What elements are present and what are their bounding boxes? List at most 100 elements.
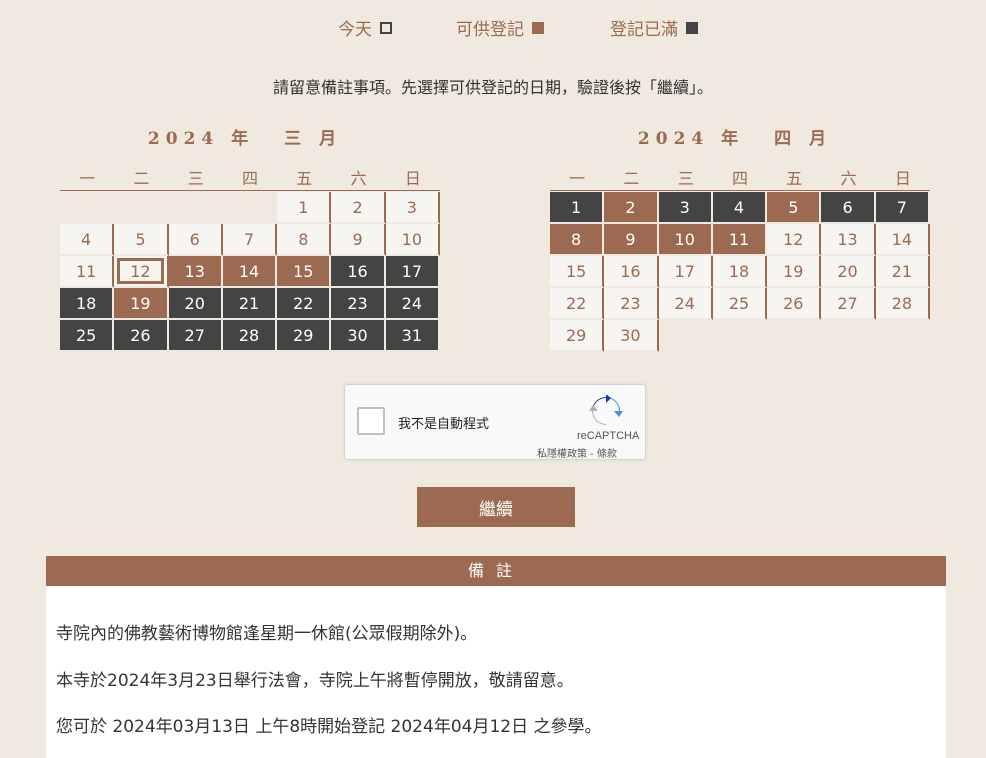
calendar-day: 24	[385, 288, 440, 320]
calendar-april: 2024 年四 月 一二三四五六日 1 2 3 4 5 6 7 8 9 10 11 12 13 14 15 1…	[550, 128, 930, 352]
note-item: 寺院內的佛教藝術博物館逢星期一休館(公眾假期除外)。	[56, 624, 478, 644]
calendar-day: 3	[658, 192, 713, 224]
calendar-day: 18	[712, 256, 768, 288]
calendar-day: 31	[385, 320, 440, 352]
weekday-label: 五	[786, 169, 803, 188]
weekday-label: 三	[677, 169, 694, 188]
notes-panel: 備註 寺院內的佛教藝術博物館逢星期一休館(公眾假期除外)。 本寺於2024年3月…	[46, 556, 946, 758]
recaptcha-checkbox[interactable]	[357, 407, 385, 435]
calendar-day: 1	[550, 192, 605, 224]
calendar-day: 21	[875, 256, 930, 288]
calendar-day: 16	[331, 256, 386, 288]
calendar-day: 20	[168, 288, 223, 320]
calendar-day: 4	[60, 224, 115, 256]
calendar-day: 10	[385, 224, 440, 256]
available-swatch-icon	[532, 21, 544, 34]
legend: 今天 可供登記 登記已滿	[0, 15, 986, 41]
weekday-header: 一二三四五六日	[60, 169, 440, 191]
calendar-day: 12	[767, 224, 822, 256]
calendar-day: 1	[277, 192, 332, 224]
weekday-label: 二	[623, 169, 640, 188]
calendar-day[interactable]: 11	[712, 224, 768, 256]
calendar-year: 2024 年	[147, 129, 255, 149]
calendar-day: 13	[821, 224, 876, 256]
weekday-label: 日	[404, 169, 421, 188]
calendar-day: 25	[712, 288, 768, 320]
full-swatch-icon	[686, 21, 698, 34]
calendar-day: 20	[821, 256, 876, 288]
legend-full-label: 登記已滿	[610, 20, 678, 40]
calendar-title: 2024 年 三 月	[50, 128, 440, 150]
calendar-day: 23	[604, 288, 659, 320]
calendar-day: 14	[875, 224, 930, 256]
calendar-day[interactable]: 9	[604, 224, 659, 256]
calendar-day: 21	[222, 288, 278, 320]
calendar-day: 7	[875, 192, 930, 224]
calendar-day: 16	[604, 256, 659, 288]
legend-today: 今天	[338, 15, 392, 40]
calendar-day: 18	[60, 288, 115, 320]
calendar-day[interactable]: 2	[604, 192, 659, 224]
calendar-blank	[60, 192, 115, 224]
calendar-day[interactable]: 8	[550, 224, 605, 256]
calendar-day: 2	[331, 192, 386, 224]
calendar-day: 22	[277, 288, 332, 320]
calendar-blank	[222, 192, 278, 224]
calendar-day: 4	[712, 192, 768, 224]
calendar-day: 7	[222, 224, 278, 256]
weekday-label: 二	[133, 169, 150, 188]
calendar-title: 2024 年 四 月	[540, 128, 930, 150]
calendar-grid: 1 2 3 4 5 6 7 8 9 10 11 12 13 14 15 16 17 18 19 20 21 22 23 24 2…	[550, 192, 930, 352]
calendar-day: 3	[385, 192, 440, 224]
calendar-day[interactable]: 5	[767, 192, 822, 224]
weekday-header: 一二三四五六日	[550, 169, 930, 191]
calendar-day: 30	[604, 320, 659, 352]
calendar-blank	[168, 192, 223, 224]
recaptcha-label: 我不是自動程式	[398, 417, 490, 432]
calendar-month: 四 月	[774, 129, 833, 149]
calendar-day: 26	[114, 320, 169, 352]
calendar-day: 22	[550, 288, 605, 320]
calendar-day[interactable]: 15	[277, 256, 332, 288]
calendar-day: 9	[331, 224, 386, 256]
recaptcha-logo-icon	[589, 395, 623, 425]
calendar-day: 27	[821, 288, 876, 320]
recaptcha-widget: 我不是自動程式 reCAPTCHA 私隱權政策 - 條款	[344, 384, 646, 460]
calendar-day: 30	[331, 320, 386, 352]
calendar-day[interactable]: 14	[222, 256, 278, 288]
calendar-day: 23	[331, 288, 386, 320]
weekday-label: 一	[569, 169, 586, 188]
calendar-day: 17	[385, 256, 440, 288]
weekday-label: 五	[296, 169, 313, 188]
legend-available-label: 可供登記	[456, 20, 524, 40]
calendar-day: 17	[658, 256, 713, 288]
calendar-day: 24	[658, 288, 713, 320]
calendar-grid: 1 2 3 4 5 6 7 8 9 10 11 12 13 14 15 16 17 18 19 20 21 22 23 24 2…	[60, 192, 440, 352]
weekday-label: 六	[840, 169, 857, 188]
calendar-day: 12	[114, 256, 169, 288]
weekday-label: 一	[79, 169, 96, 188]
note-item: 您可於 2024年03月13日 上午8時開始登記 2024年04月12日 之參學…	[56, 717, 602, 737]
continue-button[interactable]: 繼續	[417, 487, 575, 527]
calendar-day: 6	[821, 192, 876, 224]
recaptcha-links[interactable]: 私隱權政策 - 條款	[537, 445, 617, 460]
today-swatch-icon	[380, 21, 392, 34]
calendar-day: 29	[277, 320, 332, 352]
legend-today-label: 今天	[338, 20, 372, 40]
calendar-day[interactable]: 13	[168, 256, 223, 288]
recaptcha-brand: reCAPTCHA	[577, 430, 640, 442]
calendar-march: 2024 年三 月 一二三四五六日 1 2 3 4 5 6 7 8 9 10 11 12 13 14 15 1…	[60, 128, 440, 352]
calendar-day: 29	[550, 320, 605, 352]
notes-header: 備註	[46, 556, 946, 586]
note-item: 本寺於2024年3月23日舉行法會，寺院上午將暫停開放，敬請留意。	[56, 671, 574, 691]
weekday-label: 四	[731, 169, 748, 188]
weekday-label: 六	[350, 169, 367, 188]
calendar-day: 25	[60, 320, 115, 352]
calendar-blank	[114, 192, 169, 224]
calendar-day: 5	[114, 224, 169, 256]
calendar-day[interactable]: 10	[658, 224, 713, 256]
calendar-day[interactable]: 19	[114, 288, 169, 320]
weekday-label: 日	[894, 169, 911, 188]
calendar-month: 三 月	[284, 129, 343, 149]
calendar-day: 8	[277, 224, 332, 256]
